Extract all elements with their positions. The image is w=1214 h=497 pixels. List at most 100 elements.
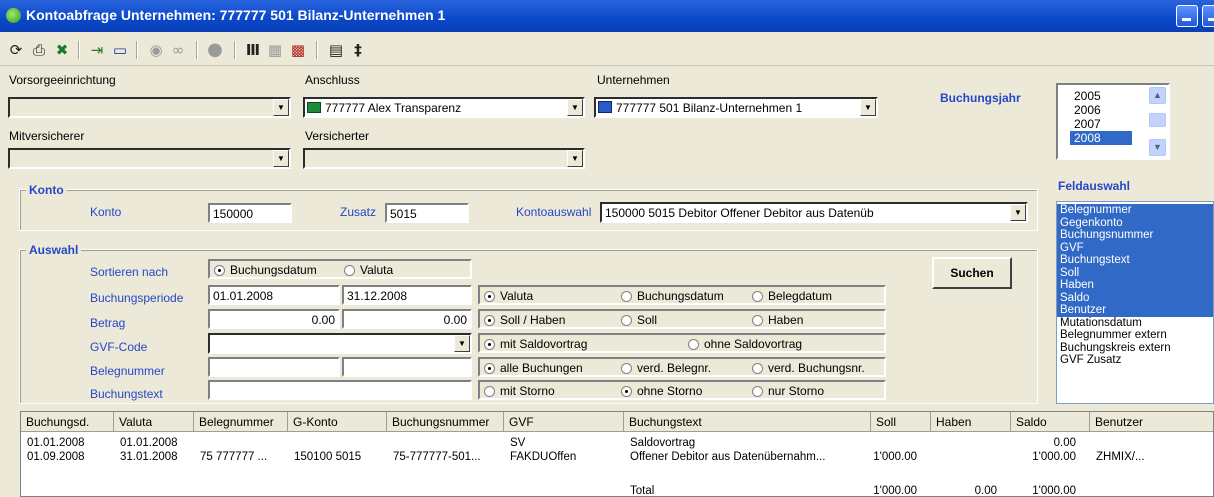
buchungsjahr-list[interactable]: 2005 2006 2007 2008 ▲ ▼ — [1056, 83, 1170, 160]
year-item[interactable]: 2006 — [1070, 103, 1132, 117]
scroll-thumb[interactable] — [1149, 113, 1166, 127]
chevron-down-icon[interactable]: ▼ — [454, 335, 470, 352]
feldauswahl-item[interactable]: GVF — [1057, 241, 1213, 254]
radio-verd-buchungsnr[interactable]: verd. Buchungsnr. — [752, 361, 865, 375]
feldauswahl-item[interactable]: Buchungstext — [1057, 254, 1213, 267]
radio-nur-storno[interactable]: nur Storno — [752, 384, 824, 398]
scroll-up-icon[interactable]: ▲ — [1149, 87, 1166, 104]
anschluss-select[interactable]: 777777 Alex Transparenz ▼ — [303, 97, 585, 118]
column-header[interactable]: Soll — [871, 412, 931, 432]
vorsorge-select[interactable]: ▼ — [8, 97, 291, 118]
radio-betrag-haben[interactable]: Haben — [752, 313, 803, 327]
mitversicherer-label: Mitversicherer — [9, 129, 85, 143]
record-icon: ● — [207, 39, 223, 60]
belegnummer-to-input[interactable] — [342, 357, 472, 377]
chevron-down-icon[interactable]: ▼ — [567, 99, 583, 116]
feldauswahl-item[interactable]: GVF Zusatz — [1057, 354, 1213, 367]
betrag-to-input[interactable]: 0.00 — [342, 309, 472, 329]
pin-icon[interactable]: ‡ — [348, 40, 368, 60]
konto-group-label: Konto — [26, 183, 67, 197]
radio-verd-belegnr[interactable]: verd. Belegnr. — [621, 361, 711, 375]
feldauswahl-item[interactable]: Benutzer — [1057, 304, 1213, 317]
year-item[interactable]: 2005 — [1070, 89, 1132, 103]
column-header[interactable]: Saldo — [1011, 412, 1090, 432]
table-cell: Offener Debitor aus Datenübernahm... — [630, 451, 826, 463]
konto-input[interactable]: 150000 — [208, 203, 292, 223]
radio-ohne-saldovortrag[interactable]: ohne Saldovortrag — [688, 337, 802, 351]
exit-icon[interactable]: ⇥ — [87, 40, 107, 60]
column-header[interactable]: Valuta — [114, 412, 194, 432]
chevron-down-icon[interactable]: ▼ — [860, 99, 876, 116]
table-cell: 150100 5015 — [294, 451, 362, 463]
feldauswahl-item[interactable]: Gegenkonto — [1057, 216, 1213, 229]
feldauswahl-item[interactable]: Belegnummer — [1057, 204, 1213, 217]
year-item-selected[interactable]: 2008 — [1070, 131, 1132, 145]
feldauswahl-item[interactable]: Belegnummer extern — [1057, 329, 1213, 342]
year-scrollbar[interactable]: ▲ ▼ — [1149, 87, 1166, 156]
table-cell: ZHMIX/... — [1096, 451, 1145, 463]
feldauswahl-item[interactable]: Mutationsdatum — [1057, 317, 1213, 330]
unternehmen-label: Unternehmen — [597, 73, 670, 87]
column-header[interactable]: Belegnummer — [194, 412, 288, 432]
belegnummer-from-input[interactable] — [208, 357, 340, 377]
total-soll: 1'000.00 — [873, 485, 917, 497]
excel-icon[interactable]: ✖ — [52, 40, 72, 60]
table-cell: Saldovortrag — [630, 437, 696, 449]
column-header[interactable]: G-Konto — [288, 412, 387, 432]
kontoauswahl-select[interactable]: 150000 5015 Debitor Offener Debitor aus … — [600, 202, 1028, 223]
chevron-down-icon[interactable]: ▼ — [567, 150, 583, 167]
results-table[interactable]: Buchungsd. Valuta Belegnummer G-Konto Buchun… — [20, 411, 1214, 497]
gvf-code-select[interactable]: ▼ — [208, 333, 472, 354]
column-header[interactable]: Buchungsd. — [21, 412, 114, 432]
minimize-button[interactable] — [1176, 5, 1198, 27]
chevron-down-icon[interactable]: ▼ — [1010, 204, 1026, 221]
radio-betrag-soll[interactable]: Soll — [621, 313, 657, 327]
mitversicherer-select[interactable]: ▼ — [8, 148, 291, 169]
radio-periode-valuta[interactable]: Valuta — [484, 289, 533, 303]
radio-sort-valuta[interactable]: Valuta — [344, 263, 393, 277]
chevron-down-icon[interactable]: ▼ — [273, 150, 289, 167]
toolbar: ⟳ ⎙ ✖ ⇥ ▭ ◉ ∞ ● Ⅲ ▦ ▩ ▤ ‡ — [0, 32, 1214, 66]
columns-icon[interactable]: Ⅲ — [243, 40, 263, 60]
zusatz-input[interactable]: 5015 — [385, 203, 469, 223]
belegnummer-label: Belegnummer — [90, 364, 165, 378]
refresh-icon[interactable]: ⟳ — [6, 40, 26, 60]
gvf-code-label: GVF-Code — [90, 340, 148, 354]
app-icon — [6, 8, 21, 23]
radio-mit-storno[interactable]: mit Storno — [484, 384, 555, 398]
betrag-from-input[interactable]: 0.00 — [208, 309, 340, 329]
column-header[interactable]: Benutzer — [1090, 412, 1213, 432]
radio-periode-belegdatum[interactable]: Belegdatum — [752, 289, 832, 303]
unternehmen-select[interactable]: 777777 501 Bilanz-Unternehmen 1 ▼ — [594, 97, 878, 118]
radio-mit-saldovortrag[interactable]: mit Saldovortrag — [484, 337, 587, 351]
scroll-down-icon[interactable]: ▼ — [1149, 139, 1166, 156]
periode-to-input[interactable]: 31.12.2008 — [342, 285, 472, 305]
feldauswahl-item[interactable]: Soll — [1057, 266, 1213, 279]
radio-alle-buchungen[interactable]: alle Buchungen — [484, 361, 583, 375]
monitor-icon[interactable]: ▭ — [110, 40, 130, 60]
feldauswahl-list[interactable]: Belegnummer Gegenkonto Buchungsnummer GVF Bu… — [1056, 201, 1214, 404]
column-header[interactable]: Haben — [931, 412, 1011, 432]
buchungstext-input[interactable] — [208, 380, 472, 400]
column-header[interactable]: GVF — [504, 412, 624, 432]
feldauswahl-item[interactable]: Haben — [1057, 279, 1213, 292]
radio-sort-buchungsdatum[interactable]: Buchungsdatum — [214, 263, 317, 277]
company-icon — [598, 101, 612, 113]
feldauswahl-item[interactable]: Saldo — [1057, 291, 1213, 304]
radio-ohne-storno[interactable]: ohne Storno — [621, 384, 702, 398]
maximize-button[interactable] — [1202, 5, 1214, 27]
column-header[interactable]: Buchungsnummer — [387, 412, 504, 432]
chevron-down-icon[interactable]: ▼ — [273, 99, 289, 116]
search-button[interactable]: Suchen — [932, 257, 1012, 289]
column-header[interactable]: Buchungstext — [624, 412, 871, 432]
feldauswahl-item[interactable]: Buchungsnummer — [1057, 229, 1213, 242]
year-item[interactable]: 2007 — [1070, 117, 1132, 131]
periode-from-input[interactable]: 01.01.2008 — [208, 285, 340, 305]
export-icon[interactable]: ▤ — [326, 40, 346, 60]
versicherter-select[interactable]: ▼ — [303, 148, 585, 169]
print-icon[interactable]: ⎙ — [29, 40, 49, 60]
chart-icon[interactable]: ▩ — [288, 40, 308, 60]
feldauswahl-item[interactable]: Buchungskreis extern — [1057, 342, 1213, 355]
radio-betrag-sollhaben[interactable]: Soll / Haben — [484, 313, 565, 327]
radio-periode-buchungsdatum[interactable]: Buchungsdatum — [621, 289, 724, 303]
